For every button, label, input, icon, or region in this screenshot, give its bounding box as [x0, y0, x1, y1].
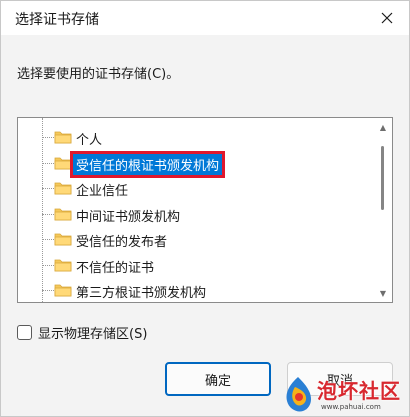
tree-item-label: 企业信任 — [76, 184, 129, 199]
store-tree: 个人受信任的根证书颁发机构企业信任中间证书颁发机构 受信任的发布者 不信任的证书第三… — [18, 118, 374, 302]
folder-icon — [54, 259, 72, 271]
cancel-button[interactable]: 取消 — [287, 362, 393, 396]
tree-branch-connector — [42, 162, 54, 164]
folder-icon — [54, 208, 72, 220]
tree-item-label: 中间证书颁发机构 — [76, 209, 181, 225]
tree-branch-connector — [42, 188, 54, 189]
tree-item[interactable]: 企业信任 — [18, 176, 374, 200]
scroll-down-icon[interactable]: ▼ — [378, 288, 388, 298]
ok-button[interactable]: 确定 — [165, 362, 271, 396]
tree-branch-connector — [42, 213, 54, 215]
folder-icon — [54, 182, 72, 195]
tree-item[interactable]: 受信任的根证书颁发机构 — [18, 150, 374, 178]
folder-icon — [54, 284, 72, 297]
close-icon — [381, 12, 393, 24]
tree-item-label-selected: 受信任的根证书颁发机构 — [69, 150, 226, 178]
tree-branch-connector — [42, 290, 54, 291]
tree-item[interactable]: 个人 — [18, 125, 374, 149]
certificate-store-dialog: 选择证书存储 选择要使用的证书存储(C)。 个人受信任的根证书颁发机构企业信任中… — [0, 0, 410, 417]
tree-item-label: 不信任的证书 — [76, 260, 155, 276]
tree-branch-connector — [42, 264, 54, 266]
tree-item-label: 个人 — [76, 133, 103, 148]
certificate-store-list[interactable]: 个人受信任的根证书颁发机构企业信任中间证书颁发机构 受信任的发布者 不信任的证书第三… — [17, 117, 393, 303]
tree-item[interactable]: 第三方根证书颁发机构 — [18, 278, 374, 302]
show-physical-stores-label: 显示物理存储区(S) — [38, 326, 148, 342]
tree-item-label: 受信任的发布者 — [76, 235, 168, 250]
scroll-up-icon[interactable]: ▲ — [378, 122, 388, 132]
close-button[interactable] — [373, 5, 401, 31]
show-physical-stores-option[interactable]: 显示物理存储区(S) — [17, 323, 148, 342]
watermark-url: www.pahuai.com — [321, 403, 381, 411]
vertical-scrollbar[interactable]: ▲ ▼ — [374, 118, 392, 302]
scroll-thumb[interactable] — [381, 146, 384, 210]
folder-icon — [54, 157, 72, 169]
folder-icon — [54, 233, 72, 246]
tree-branch-connector — [42, 137, 54, 138]
window-title: 选择证书存储 — [15, 12, 99, 28]
tree-item[interactable]: 受信任的发布者 — [18, 227, 374, 251]
show-physical-stores-checkbox[interactable] — [17, 324, 32, 340]
tree-branch-connector — [42, 239, 54, 240]
folder-icon — [54, 131, 72, 144]
title-bar: 选择证书存储 — [1, 1, 409, 35]
tree-item-label: 第三方根证书颁发机构 — [76, 286, 207, 301]
tree-item[interactable]: 不信任的证书 — [18, 253, 374, 277]
prompt-label: 选择要使用的证书存储(C)。 — [17, 67, 180, 82]
tree-item[interactable]: 中间证书颁发机构 — [18, 202, 374, 226]
